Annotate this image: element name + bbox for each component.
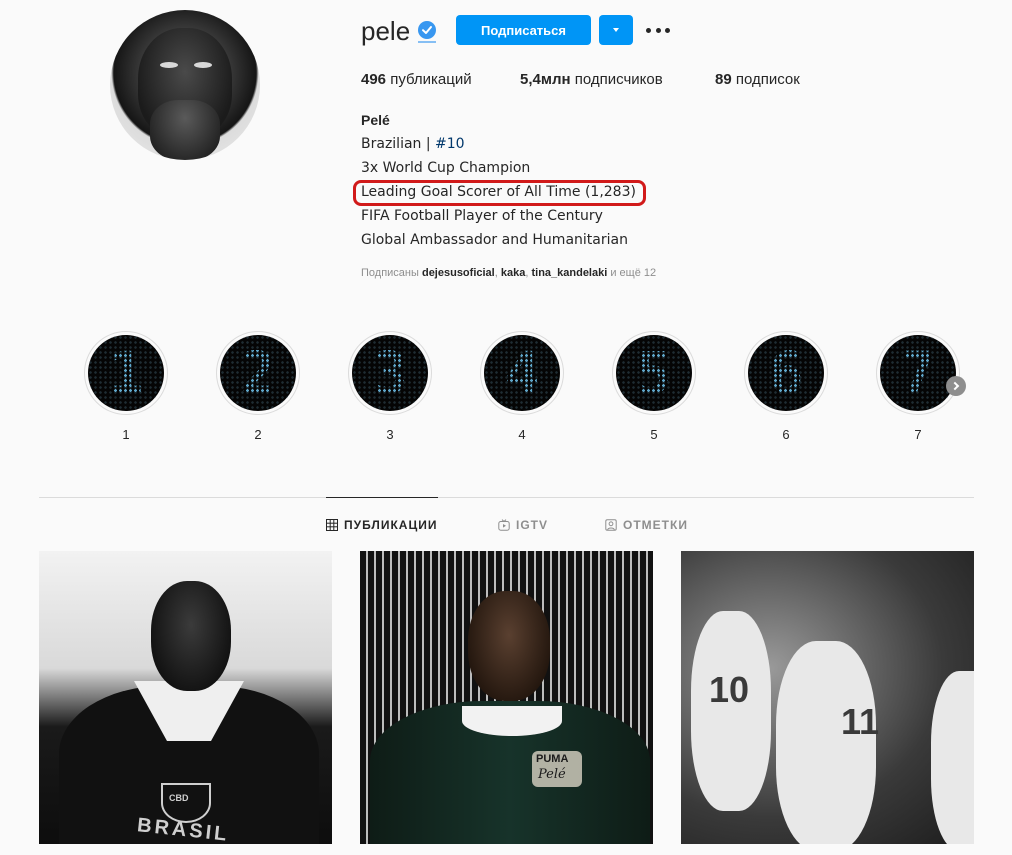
chevron-right-icon	[950, 381, 960, 391]
avatar-eye-right	[194, 62, 212, 68]
post-thumbnail[interactable]: PUMA Pelé	[360, 551, 653, 844]
more-options-button[interactable]	[646, 20, 670, 40]
verified-badge-icon	[418, 21, 436, 39]
highlight-cover: 1	[88, 335, 164, 411]
post-figure-head	[151, 581, 231, 691]
highlight-cover: 5	[616, 335, 692, 411]
highlight-ring: 5	[612, 331, 696, 415]
story-highlight[interactable]: 6 6	[744, 331, 828, 442]
story-highlight[interactable]: 3 3	[348, 331, 432, 442]
highlight-label: 6	[782, 427, 790, 442]
highlight-cover: 2	[220, 335, 296, 411]
story-highlight[interactable]: 5 5	[612, 331, 696, 442]
highlight-label: 2	[254, 427, 262, 442]
post-player-figure	[931, 671, 974, 844]
bio-line-1-text: Brazilian |	[361, 136, 436, 152]
stat-following-value: 89	[715, 71, 732, 88]
highlight-label: 4	[518, 427, 526, 442]
story-highlight[interactable]: 2 2	[216, 331, 300, 442]
chevron-down-icon	[613, 28, 619, 32]
post-jersey-number: 10	[709, 669, 750, 710]
post-jersey-number: 11	[841, 701, 880, 742]
followed-by-user[interactable]: tina_kandelaki	[531, 267, 607, 279]
stat-followers-value: 5,4млн	[520, 71, 571, 88]
more-horizontal-icon	[646, 27, 651, 33]
highlight-label: 7	[914, 427, 922, 442]
highlight-cover: 4	[484, 335, 560, 411]
annotation-highlight-box	[353, 180, 646, 206]
followed-by-suffix: и ещё 12	[610, 267, 657, 279]
highlight-ring: 1	[84, 331, 168, 415]
bio-hashtag-link[interactable]: #10	[435, 136, 465, 152]
highlight-cover: 7	[880, 335, 956, 411]
highlight-digit: 1	[88, 343, 164, 403]
profile-username: pele	[361, 16, 411, 46]
tab-posts[interactable]: ПУБЛИКАЦИИ	[326, 518, 437, 532]
story-highlight[interactable]: 4 4	[480, 331, 564, 442]
profile-avatar[interactable]	[110, 10, 260, 160]
highlight-label: 3	[386, 427, 394, 442]
post-figure-collar	[462, 706, 562, 736]
highlight-ring: 6	[744, 331, 828, 415]
followed-by-prefix: Подписаны	[361, 267, 419, 279]
active-tab-indicator	[326, 497, 438, 498]
highlights-next-button[interactable]	[946, 376, 966, 396]
highlight-label: 1	[122, 427, 130, 442]
tab-igtv[interactable]: IGTV	[498, 518, 548, 532]
post-figure-head	[468, 591, 550, 701]
story-highlight[interactable]: 1 1	[84, 331, 168, 442]
post-thumbnail[interactable]: CBD BRASIL	[39, 551, 332, 844]
tabs-divider	[39, 497, 974, 498]
tab-posts-label: ПУБЛИКАЦИИ	[344, 518, 438, 532]
highlight-digit: 5	[616, 343, 692, 403]
highlight-digit: 3	[352, 343, 428, 403]
tab-tagged-label: ОТМЕТКИ	[623, 518, 688, 532]
suggested-dropdown-button[interactable]	[599, 15, 633, 45]
highlight-digit: 7	[880, 343, 956, 403]
stat-followers[interactable]: 5,4млн подписчиков	[520, 71, 663, 88]
bio-line-4: FIFA Football Player of the Century	[361, 208, 603, 224]
highlight-cover: 6	[748, 335, 824, 411]
stat-posts-value: 496	[361, 71, 387, 88]
verified-underline	[418, 41, 436, 43]
stat-following[interactable]: 89 подписок	[715, 71, 800, 88]
highlight-digit: 6	[748, 343, 824, 403]
highlight-label: 5	[650, 427, 658, 442]
highlight-digit: 2	[220, 343, 296, 403]
tab-tagged[interactable]: ОТМЕТКИ	[605, 518, 688, 532]
stat-following-label: подписок	[735, 71, 800, 88]
highlight-ring: 4	[480, 331, 564, 415]
follow-button[interactable]: Подписаться	[456, 15, 591, 45]
tagged-icon	[605, 519, 617, 531]
stat-posts-label: публикаций	[390, 71, 472, 88]
tab-igtv-label: IGTV	[516, 518, 549, 532]
post-script-text: Pelé	[538, 767, 566, 782]
highlight-ring: 2	[216, 331, 300, 415]
avatar-hands	[150, 100, 220, 160]
stat-posts: 496 публикаций	[361, 71, 472, 88]
highlight-ring: 7	[876, 331, 960, 415]
bio-line-2: 3x World Cup Champion	[361, 160, 531, 176]
bio-line-5: Global Ambassador and Humanitarian	[361, 232, 628, 248]
followed-by-user[interactable]: kaka	[501, 267, 525, 279]
bio-line-1: Brazilian | #10	[361, 136, 465, 152]
bio-full-name: Pelé	[361, 112, 390, 128]
followed-by-user[interactable]: dejesusoficial	[422, 267, 495, 279]
stat-followers-label: подписчиков	[574, 71, 663, 88]
highlight-ring: 3	[348, 331, 432, 415]
highlight-digit: 4	[484, 343, 560, 403]
highlight-cover: 3	[352, 335, 428, 411]
post-player-figure	[691, 611, 771, 811]
grid-icon	[326, 519, 338, 531]
post-brand-text: PUMA	[536, 753, 569, 765]
post-crest-text: CBD	[169, 793, 189, 803]
post-thumbnail[interactable]: 10 11	[681, 551, 974, 844]
igtv-icon	[498, 519, 510, 531]
followed-by[interactable]: Подписаны dejesusoficial, kaka, tina_kan…	[361, 267, 656, 279]
avatar-eye-left	[160, 62, 178, 68]
